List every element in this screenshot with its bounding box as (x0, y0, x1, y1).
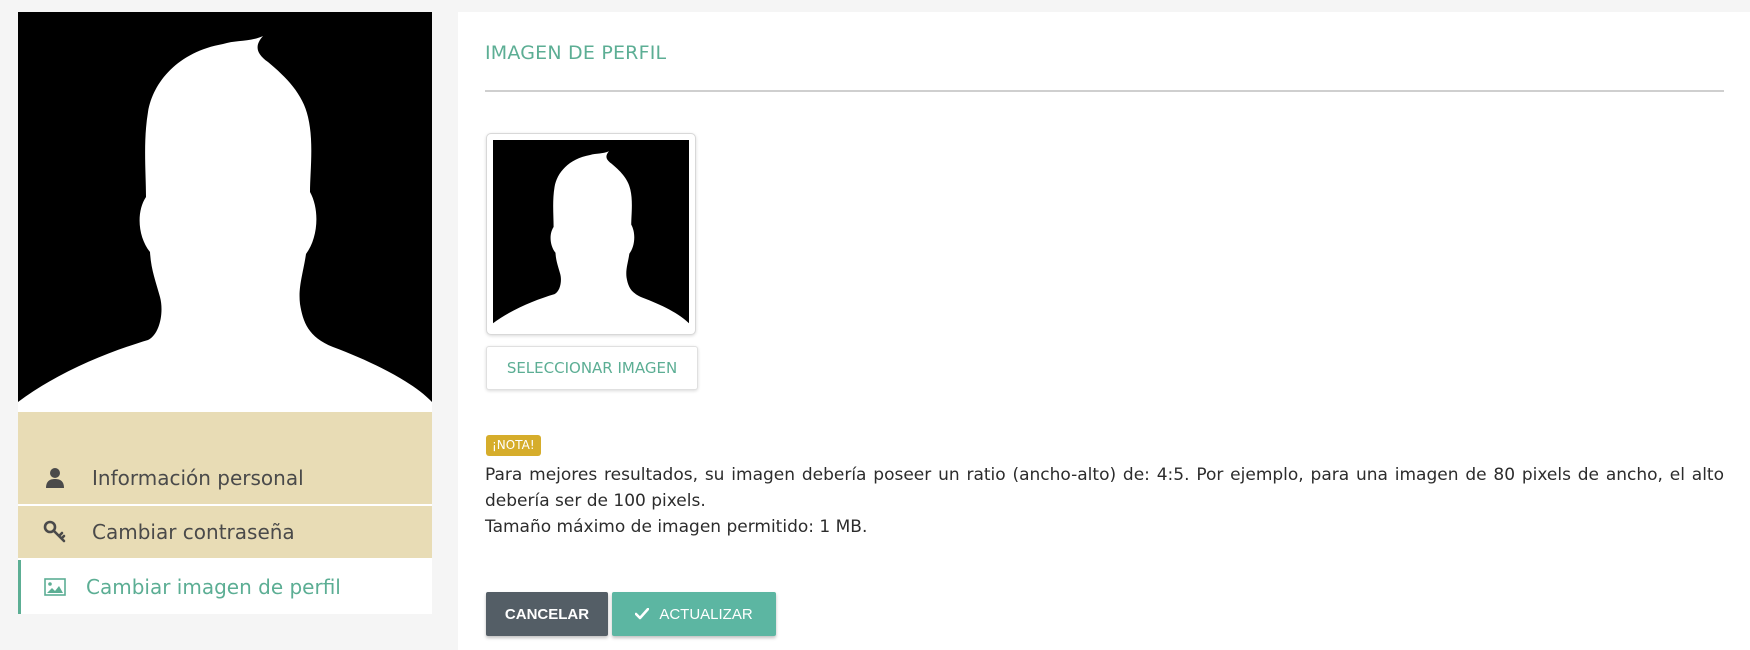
user-silhouette-icon (18, 12, 432, 412)
sidebar-item-label: Cambiar contraseña (92, 520, 295, 544)
main-panel: IMAGEN DE PERFIL SELECCIONAR IMAGEN ¡NOT… (458, 12, 1750, 650)
note-text: Para mejores resultados, su imagen deber… (485, 462, 1724, 540)
sidebar-item-label: Cambiar imagen de perfil (86, 575, 341, 599)
cancel-button[interactable]: CANCELAR (486, 592, 608, 636)
update-button[interactable]: ACTUALIZAR (612, 592, 776, 636)
note-max-size-text: Tamaño máximo de imagen permitido: 1 MB. (485, 517, 868, 537)
sidebar-item-change-profile-image[interactable]: Cambiar imagen de perfil (18, 560, 432, 614)
sidebar-menu: Información personal Cambiar contraseña (18, 412, 432, 614)
user-icon (42, 465, 68, 491)
profile-avatar-large (18, 12, 432, 412)
page-title: IMAGEN DE PERFIL (485, 42, 667, 64)
note-badge: ¡NOTA! (486, 435, 541, 456)
note-ratio-text: Para mejores resultados, su imagen deber… (485, 465, 1724, 511)
profile-avatar-thumbnail (493, 140, 689, 328)
title-divider (485, 90, 1724, 92)
update-button-label: ACTUALIZAR (659, 605, 753, 623)
sidebar-item-change-password[interactable]: Cambiar contraseña (18, 506, 432, 560)
sidebar-item-label: Información personal (92, 466, 304, 490)
sidebar-item-personal-info[interactable]: Información personal (18, 452, 432, 506)
profile-page: Información personal Cambiar contraseña (0, 0, 1750, 650)
image-icon (42, 574, 68, 600)
check-icon (635, 608, 650, 620)
key-icon (42, 519, 68, 545)
sidebar: Información personal Cambiar contraseña (18, 12, 432, 614)
user-silhouette-icon (493, 140, 689, 328)
select-image-button[interactable]: SELECCIONAR IMAGEN (486, 346, 698, 390)
profile-image-preview (486, 133, 696, 335)
